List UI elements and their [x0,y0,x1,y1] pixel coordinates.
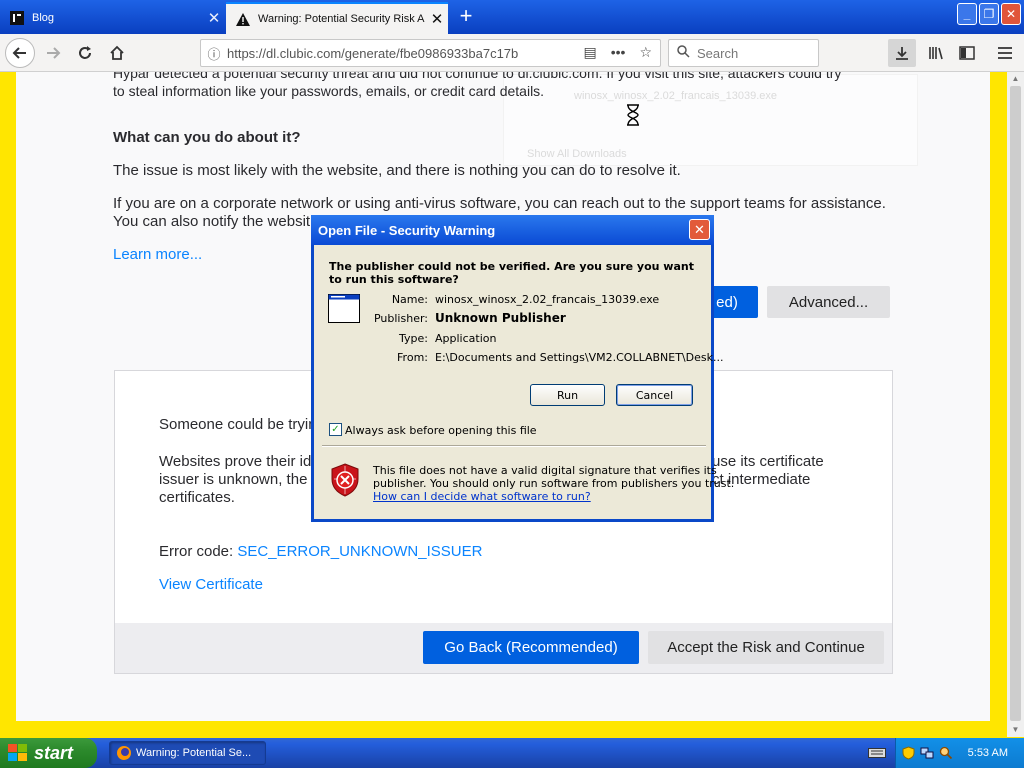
window-close-icon[interactable]: ✕ [1001,3,1021,25]
warning-text-1: This file does not have a valid digital … [373,464,717,477]
taskbar-firefox-button[interactable]: Warning: Potential Se... [109,741,266,765]
tab-title: Blog [32,12,55,24]
start-label: start [34,742,74,763]
scroll-down-icon[interactable]: ▼ [1010,725,1021,735]
bookmark-star-icon[interactable]: ☆ [639,44,652,61]
go-back-recommended-button[interactable]: Go Back (Recommended) [423,631,639,664]
search-tray-icon[interactable] [939,746,953,760]
back-arrow-icon[interactable] [5,38,35,68]
keyboard-icon[interactable] [868,746,886,760]
url-bar[interactable]: ⓘ https://dl.clubic.com/generate/fbe0986… [200,39,661,67]
scrollbar-thumb[interactable] [1010,86,1021,721]
application-icon [328,294,361,324]
certificates-text: certificates. [159,489,235,506]
learn-more-link[interactable]: Learn more... [113,246,202,264]
what-can-you-do-heading: What can you do about it? [113,129,301,146]
error-code-link[interactable]: SEC_ERROR_UNKNOWN_ISSUER [237,543,482,560]
page-actions-icon[interactable]: ••• [611,44,626,61]
dialog-separator [322,445,706,447]
advanced-button[interactable]: Advanced... [767,286,890,318]
navigation-toolbar: ⓘ https://dl.clubic.com/generate/fbe0986… [0,34,1024,72]
downloads-icon[interactable] [888,39,916,67]
reader-view-icon[interactable]: ▤ [583,44,596,61]
tab-close-icon[interactable]: ✕ [426,10,448,28]
taskbar: start Warning: Potential Se... 5:53 AM [0,738,1024,768]
ghost-show-downloads: Show All Downloads [527,148,627,160]
view-certificate-link[interactable]: View Certificate [159,576,263,594]
file-name-value: winosx_winosx_2.02_francais_13039.exe [435,293,660,306]
url-text[interactable]: https://dl.clubic.com/generate/fbe098693… [227,46,549,61]
ghost-file-name: winosx_winosx_2.02_francais_13039.exe [574,90,778,102]
dialog-title: Open File - Security Warning [318,222,496,238]
tab-security-warning[interactable]: Warning: Potential Security Risk A ✕ [226,2,448,34]
run-button[interactable]: Run [530,384,605,406]
scroll-up-icon[interactable]: ▲ [1010,74,1021,84]
always-ask-label: Always ask before opening this file [345,424,537,437]
always-ask-checkbox[interactable]: ✓ [329,423,342,436]
security-center-icon[interactable] [901,746,915,760]
site-info-icon[interactable]: ⓘ [201,44,227,63]
reload-icon[interactable] [70,38,100,68]
tab-blog[interactable]: Blog ✕ [0,2,225,34]
error-code-line: Error code: SEC_ERROR_UNKNOWN_ISSUER [159,543,482,561]
maximize-icon[interactable]: ❐ [979,3,999,25]
publisher-value: Unknown Publisher [435,311,566,325]
dialog-question: The publisher could not be verified. Are… [329,260,694,286]
tab-title: Warning: Potential Security Risk A [258,13,425,25]
new-tab-plus-icon[interactable]: + [454,4,478,30]
dialog-title-bar[interactable]: Open File - Security Warning ✕ [311,215,714,245]
library-icon[interactable] [922,39,950,67]
warning-text-2: publisher. You should only run software … [373,477,735,490]
intro-line-1: Hypar detected a potential security thre… [113,72,842,81]
start-button[interactable]: start [0,738,97,768]
cancel-button[interactable]: Cancel [616,384,693,406]
downloads-panel-ghost: winosx_winosx_2.02_francais_13039.exe Sh… [503,74,918,166]
page-scrollbar[interactable]: ▲ ▼ [1007,72,1024,737]
sidebar-icon[interactable] [953,39,981,67]
search-icon [669,45,697,61]
taskbar-button-label: Warning: Potential Se... [136,747,252,759]
minimize-icon[interactable]: _ [957,3,977,25]
intro-line-2: to steal information like your passwords… [113,83,545,99]
windows-flag-icon [8,744,28,762]
type-label: Type: [399,332,428,345]
corporate-text-2: You can also notify the websit [113,213,311,230]
blog-favicon-icon [9,10,25,26]
someone-text: Someone could be tryin [159,416,317,433]
forward-arrow-icon[interactable] [38,38,68,68]
certificate-text-right-1: use its certificate [712,453,824,470]
issue-text: The issue is most likely with the websit… [113,162,681,179]
search-input[interactable]: Search [668,39,819,67]
system-tray: 5:53 AM [895,738,1024,768]
corporate-text-1: If you are on a corporate network or usi… [113,195,886,212]
search-placeholder: Search [697,45,739,61]
name-label: Name: [391,293,428,306]
security-warning-dialog: Open File - Security Warning ✕ The publi… [311,215,734,522]
from-value: E:\Documents and Settings\VM2.COLLABNET\… [435,351,724,364]
title-bar: Blog ✕ Warning: Potential Security Risk … [0,0,1024,34]
help-link[interactable]: How can I decide what software to run? [373,490,591,503]
warning-triangle-icon [235,11,251,27]
error-code-label: Error code: [159,543,238,560]
publisher-label: Publisher: [373,312,428,325]
network-icon[interactable] [920,746,934,760]
type-value: Application [435,332,497,345]
accept-risk-button[interactable]: Accept the Risk and Continue [648,631,884,664]
tab-close-icon[interactable]: ✕ [203,9,225,27]
clock: 5:53 AM [967,747,1008,759]
dialog-close-icon[interactable]: ✕ [689,219,710,240]
websites-prove-text: Websites prove their ide [159,453,320,470]
hamburger-menu-icon[interactable] [991,39,1019,67]
security-shield-icon [330,463,360,497]
advanced-panel-footer: Go Back (Recommended) Accept the Risk an… [115,623,892,673]
from-label: From: [397,351,428,364]
issuer-text: issuer is unknown, the c [159,471,320,488]
firefox-icon [116,745,132,761]
home-icon[interactable] [102,38,132,68]
hourglass-cursor-icon [626,104,640,126]
